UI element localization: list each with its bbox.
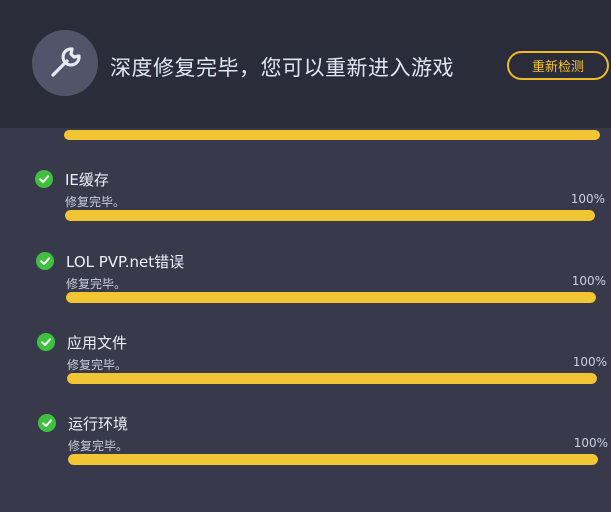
progress-bar: [67, 373, 597, 384]
wrench-icon: [32, 30, 98, 96]
page-title: 深度修复完毕，您可以重新进入游戏: [110, 56, 454, 80]
item-percent: 100%: [571, 274, 606, 288]
list-item: LOL PVP.net错误 修复完毕。 100%: [36, 252, 606, 312]
check-icon: [37, 333, 55, 351]
check-icon: [35, 170, 53, 188]
progress-bar: [68, 454, 598, 465]
recheck-button[interactable]: 重新检测: [507, 51, 609, 80]
progress-fill: [67, 373, 597, 384]
item-name: 应用文件: [67, 334, 128, 352]
progress-fill: [65, 210, 595, 221]
item-percent: 100%: [570, 192, 605, 206]
item-status: 修复完毕。: [67, 358, 128, 372]
progress-fill: [68, 454, 598, 465]
progress-bar: [65, 210, 595, 221]
item-name: IE缓存: [65, 171, 109, 189]
item-status: 修复完毕。: [68, 439, 129, 453]
progress-bar: [66, 292, 596, 303]
item-name: LOL PVP.net错误: [66, 253, 185, 271]
item-percent: 100%: [572, 355, 607, 369]
item-percent: 100%: [573, 436, 608, 450]
header: 深度修复完毕，您可以重新进入游戏 重新检测: [0, 0, 611, 128]
check-icon: [36, 252, 54, 270]
list-item: IE缓存 修复完毕。 100%: [35, 170, 605, 230]
check-icon: [38, 414, 56, 432]
list-item: 应用文件 修复完毕。 100%: [37, 333, 607, 393]
previous-item-progress-bar: [64, 130, 600, 140]
item-status: 修复完毕。: [66, 277, 127, 291]
list-item: 运行环境 修复完毕。 100%: [38, 414, 608, 474]
item-name: 运行环境: [68, 415, 129, 433]
item-status: 修复完毕。: [65, 195, 126, 209]
progress-fill: [66, 292, 596, 303]
